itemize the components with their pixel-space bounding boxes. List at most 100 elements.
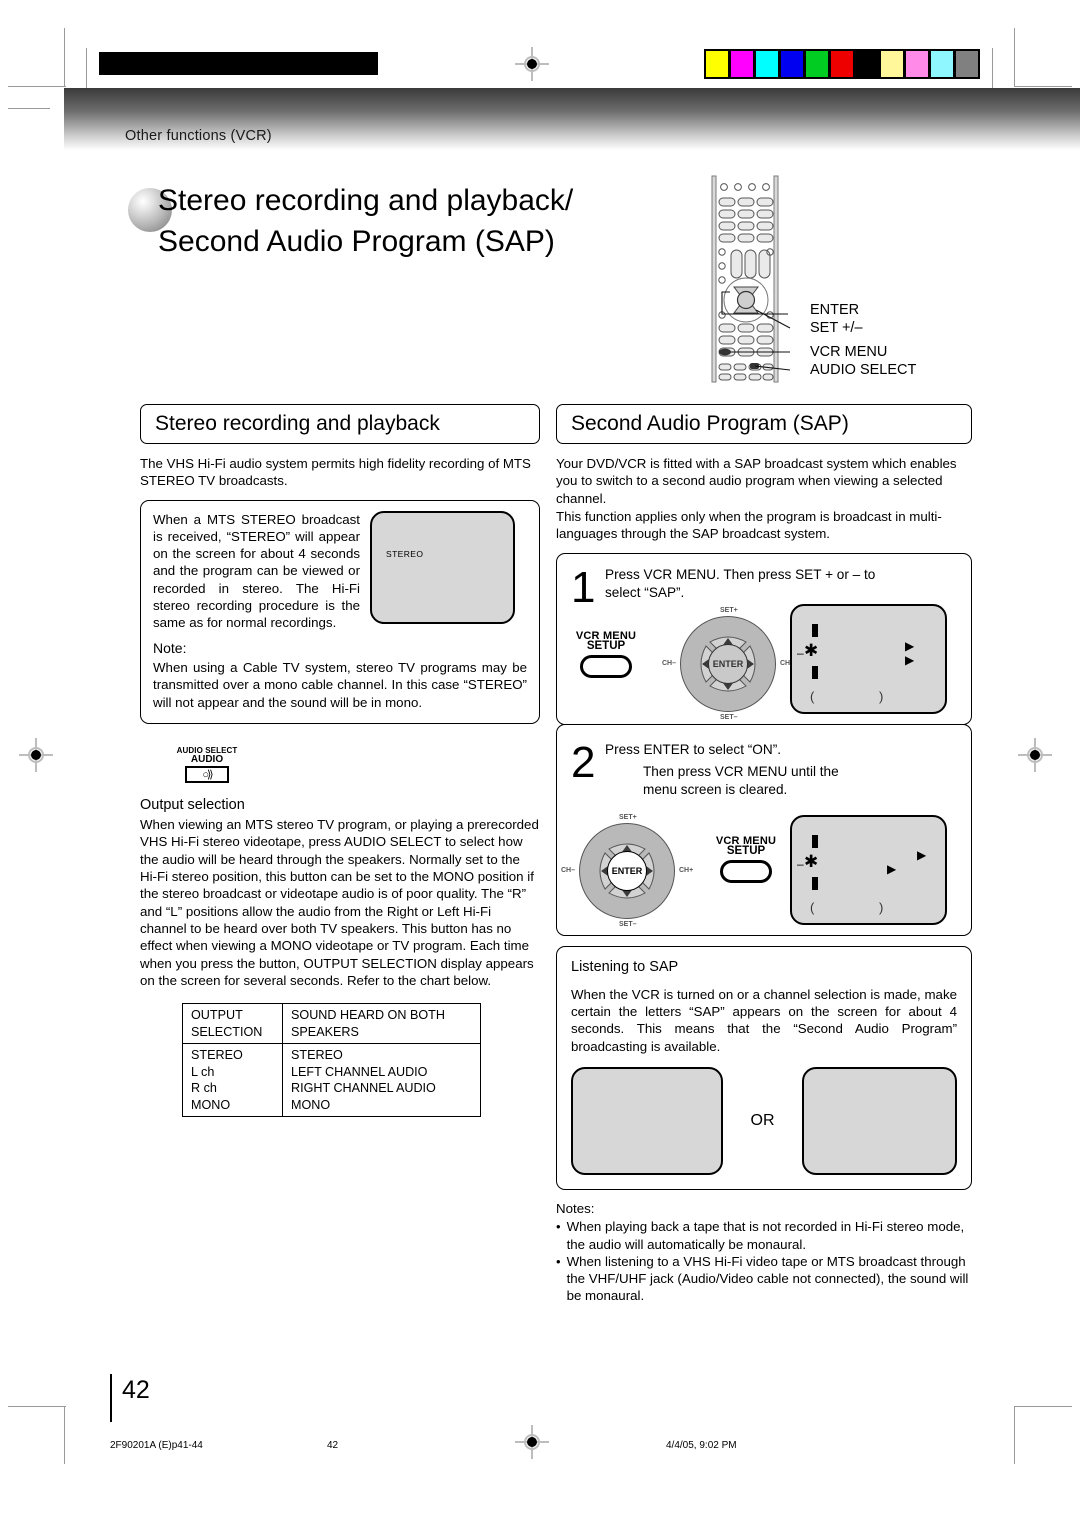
table-row: STEREO (291, 1048, 343, 1063)
left-intro-text: The VHS Hi-Fi audio system permits high … (140, 456, 531, 489)
footer-file-id: 2F90201A (E)p41-44 (110, 1440, 203, 1451)
table-row: LEFT CHANNEL AUDIO (291, 1064, 428, 1079)
step-1-osd-screen: ✱ – ▶ ▶ ( ) (790, 604, 947, 715)
osd-bar-top (812, 835, 818, 849)
color-bar-swatch-3 (781, 51, 803, 77)
crop-mark-bottom-left-h (8, 1406, 66, 1407)
step-2-line2: Then press VCR MENU until the (643, 764, 839, 780)
crop-mark-top-right-v2 (992, 48, 993, 88)
note-label: Note: (153, 639, 187, 656)
color-bar-swatch-5 (831, 51, 853, 77)
table-header-cell-1: OUTPUT SELECTION (182, 1003, 283, 1045)
table-row: RIGHT CHANNEL AUDIO (291, 1081, 436, 1096)
osd-right-paren: ) (879, 689, 884, 705)
osd-dash: – (797, 646, 804, 661)
step-2-osd-screen: ✱ – ▶ ▶ ( ) (790, 815, 947, 926)
step-1-dpad-down-label: SET– (720, 714, 738, 722)
color-bar-swatch-2 (756, 51, 778, 77)
output-selection-heading: Output selection (140, 796, 245, 813)
step-1-line2: select “SAP”. (605, 585, 685, 601)
table-row: L ch (191, 1064, 215, 1079)
left-column: Stereo recording and playback The VHS Hi… (140, 404, 540, 1118)
osd-bar-top (812, 624, 818, 638)
step-1-dpad-left-label: CH– (662, 660, 677, 668)
print-density-bar (99, 52, 378, 75)
audio-select-label-bottom: AUDIO (190, 753, 224, 765)
osd-bar-bottom (812, 877, 818, 891)
right-section-heading: Second Audio Program (SAP) (556, 404, 972, 444)
step-1-number: 1 (571, 563, 596, 613)
table-header-2-line1: SOUND HEARD ON BOTH (291, 1008, 445, 1023)
tv-screen-stereo: STEREO (370, 510, 515, 624)
osd-dash: – (797, 857, 804, 872)
osd-star-icon: ✱ (804, 641, 819, 661)
sap-screen-right (802, 1066, 957, 1175)
page-title-line1: Stereo recording and playback/ (158, 184, 574, 217)
step-2-vcr-menu-button[interactable]: VCR MENU SETUP (703, 835, 789, 884)
step-1-vcr-menu-button[interactable]: VCR MENU SETUP (563, 630, 649, 679)
crop-mark-top-right-v (1014, 28, 1015, 86)
output-selection-text: When viewing an MTS stereo TV program, o… (140, 817, 539, 988)
osd-right-paren: ) (879, 900, 884, 916)
callout-audio-select: AUDIO SELECT (810, 362, 917, 378)
crop-mark-bottom-right-v (1014, 1406, 1015, 1464)
footer-timestamp: 4/4/05, 9:02 PM (666, 1440, 737, 1451)
osd-triangle-2: ▶ (905, 653, 915, 668)
table-row: MONO (291, 1097, 331, 1112)
page-title: Stereo recording and playback/ Second Au… (128, 180, 728, 262)
osd-left-paren: ( (810, 689, 815, 705)
color-bar-swatch-9 (931, 51, 953, 77)
color-bar-swatch-0 (706, 51, 728, 77)
callout-vcr-menu: VCR MENU (810, 344, 888, 360)
step-2-vcr-menu-key[interactable] (720, 860, 772, 884)
crop-mark-top-left-h (8, 86, 66, 87)
stereo-info-box: When a MTS STEREO broadcast is received,… (140, 499, 540, 724)
sap-intro-p2: This function applies only when the prog… (556, 508, 942, 542)
step-1-text: Press VCR MENU. Then press SET + or – to… (605, 554, 971, 602)
crop-mark-top-right-h (1014, 86, 1072, 87)
footer-page-mark: 42 (327, 1440, 339, 1451)
page-number-rule (110, 1374, 112, 1422)
registration-mark-right (1018, 738, 1052, 772)
sap-step-1: 1 Press VCR MENU. Then press SET + or – … (556, 553, 972, 726)
table-header-row: OUTPUT SELECTION SOUND HEARD ON BOTH SPE… (182, 1003, 481, 1045)
listening-text: When the VCR is turned on or a channel s… (571, 986, 957, 1054)
registration-mark-left (19, 738, 53, 772)
output-selection-table: OUTPUT SELECTION SOUND HEARD ON BOTH SPE… (182, 1003, 481, 1118)
crop-mark-bottom-right-h (1014, 1406, 1072, 1407)
color-bar-swatch-10 (956, 51, 978, 77)
audio-select-key[interactable]: ○⟩⟩ (185, 765, 229, 783)
color-bar-swatch-4 (806, 51, 828, 77)
osd-star-icon: ✱ (804, 852, 819, 872)
callout-enter: ENTER (810, 302, 860, 318)
sap-step-2: 2 Press ENTER to select “ON”. Then press… (556, 724, 972, 937)
table-header-1-line1: OUTPUT (191, 1008, 243, 1023)
note-bullet-icon: • (556, 1253, 561, 1269)
step-1-dpad[interactable]: ENTER SET+ SET– CH– CH+ (662, 607, 794, 721)
table-header-1-line2: SELECTION (191, 1024, 263, 1039)
step-2-dpad-left-label: CH– (561, 867, 576, 875)
stereo-info-text: When a MTS STEREO broadcast is received,… (153, 511, 360, 631)
osd-bar-bottom (812, 666, 818, 680)
note-bullet-icon: • (556, 1219, 561, 1235)
crop-mark-top-left-h2 (8, 108, 50, 109)
color-bar-swatch-1 (731, 51, 753, 77)
section-label: Other functions (VCR) (125, 128, 272, 144)
step-2-number: 2 (571, 738, 596, 788)
sap-intro-p1: Your DVD/VCR is fitted with a SAP broadc… (556, 456, 957, 506)
step-2-text: Press ENTER to select “ON”. Then press V… (605, 725, 971, 799)
step-1-vcr-menu-key[interactable] (580, 655, 632, 679)
table-row: R ch (191, 1081, 217, 1096)
step-2-dpad-right-label: CH+ (679, 867, 694, 875)
table-row: MONO (191, 1097, 231, 1112)
color-bar-swatch-7 (881, 51, 903, 77)
remote-control-illustration: ENTER SET +/– VCR MENU AUDIO SELECT (700, 172, 1000, 392)
table-cell-sounds: STEREO LEFT CHANNEL AUDIO RIGHT CHANNEL … (282, 1043, 481, 1118)
color-bar-swatch-6 (856, 51, 878, 77)
table-body-row: STEREO L ch R ch MONO STEREO LEFT CHANNE… (182, 1043, 481, 1118)
listening-heading: Listening to SAP (571, 959, 679, 976)
listening-to-sap-box: Listening to SAP When the VCR is turned … (556, 946, 972, 1190)
step-2-vcr-menu-label2: SETUP (726, 845, 766, 858)
step-2-dpad[interactable]: ENTER SET+ SET– CH– CH+ (561, 814, 693, 928)
table-cell-selections: STEREO L ch R ch MONO (182, 1043, 283, 1118)
